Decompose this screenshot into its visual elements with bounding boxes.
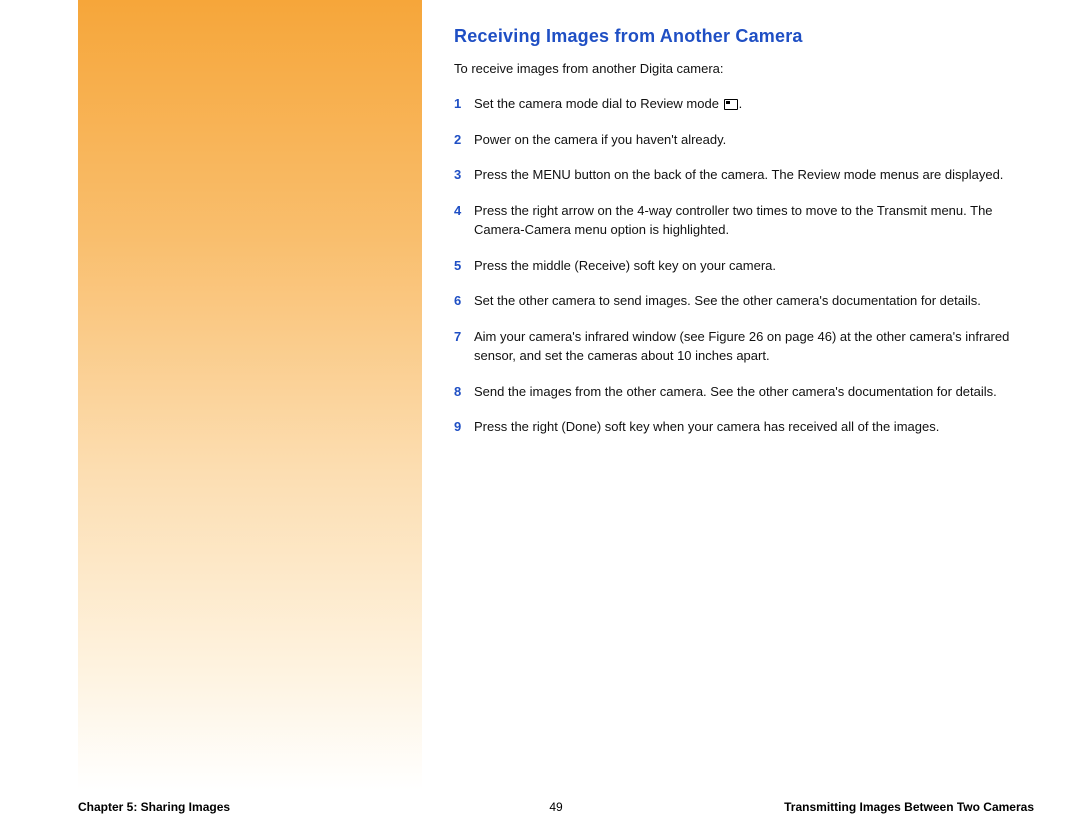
step-item: 3 Press the MENU button on the back of t… <box>454 165 1044 185</box>
step-text: Press the right arrow on the 4-way contr… <box>474 203 993 238</box>
sidebar-gradient <box>78 0 422 790</box>
intro-text: To receive images from another Digita ca… <box>454 61 1044 76</box>
step-number: 4 <box>454 201 461 221</box>
step-number: 6 <box>454 291 461 311</box>
steps-list: 1 Set the camera mode dial to Review mod… <box>454 94 1044 437</box>
section-heading: Receiving Images from Another Camera <box>454 26 1044 47</box>
step-number: 3 <box>454 165 461 185</box>
step-item: 9 Press the right (Done) soft key when y… <box>454 417 1044 437</box>
main-content: Receiving Images from Another Camera To … <box>454 26 1044 453</box>
step-number: 2 <box>454 130 461 150</box>
step-item: 7 Aim your camera's infrared window (see… <box>454 327 1044 366</box>
step-number: 1 <box>454 94 461 114</box>
step-text-post: . <box>739 96 743 111</box>
step-item: 2 Power on the camera if you haven't alr… <box>454 130 1044 150</box>
step-number: 5 <box>454 256 461 276</box>
step-text: Press the MENU button on the back of the… <box>474 167 1003 182</box>
step-item: 8 Send the images from the other camera.… <box>454 382 1044 402</box>
step-item: 6 Set the other camera to send images. S… <box>454 291 1044 311</box>
step-text: Press the middle (Receive) soft key on y… <box>474 258 776 273</box>
step-text: Send the images from the other camera. S… <box>474 384 997 399</box>
footer-section: Transmitting Images Between Two Cameras <box>784 800 1034 814</box>
step-item: 5 Press the middle (Receive) soft key on… <box>454 256 1044 276</box>
step-item: 4 Press the right arrow on the 4-way con… <box>454 201 1044 240</box>
step-text: Press the right (Done) soft key when you… <box>474 419 939 434</box>
review-mode-icon <box>724 99 738 110</box>
step-number: 9 <box>454 417 461 437</box>
step-text: Set the other camera to send images. See… <box>474 293 981 308</box>
step-number: 8 <box>454 382 461 402</box>
step-text: Power on the camera if you haven't alrea… <box>474 132 726 147</box>
step-text: Aim your camera's infrared window (see F… <box>474 329 1009 364</box>
step-text: Set the camera mode dial to Review mode <box>474 96 723 111</box>
footer-chapter: Chapter 5: Sharing Images <box>78 800 230 814</box>
step-number: 7 <box>454 327 461 347</box>
step-item: 1 Set the camera mode dial to Review mod… <box>454 94 1044 114</box>
page-footer: Chapter 5: Sharing Images 49 Transmittin… <box>78 800 1034 814</box>
page: Receiving Images from Another Camera To … <box>0 0 1080 834</box>
